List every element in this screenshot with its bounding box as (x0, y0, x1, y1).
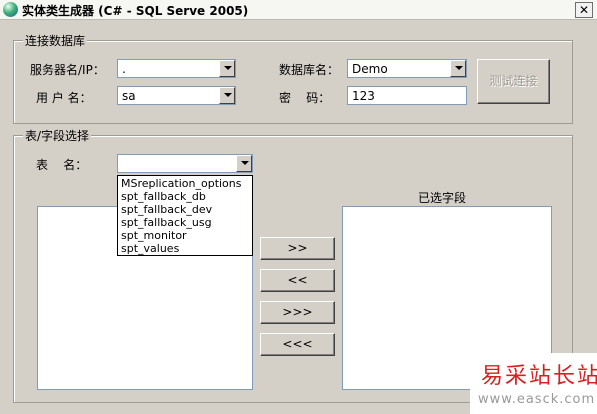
database-label: 数据库名： (279, 63, 340, 77)
table-dropdown-arrow-icon[interactable] (236, 155, 252, 172)
server-value: . (122, 62, 126, 76)
window-title: 实体类生成器 (C# - SQL Serve 2005) (22, 4, 249, 18)
table-option[interactable]: spt_values (118, 242, 252, 255)
field-selection-legend: 表/字段选择 (23, 127, 92, 144)
password-value: 123 (352, 89, 375, 103)
watermark-url: www.easck.com (478, 392, 596, 407)
server-label: 服务器名/IP： (30, 63, 105, 77)
add-all-fields-button[interactable]: >>> (260, 301, 335, 324)
selected-fields-label: 已选字段 (418, 191, 467, 205)
server-combobox[interactable]: . (117, 59, 236, 78)
connection-legend: 连接数据库 (23, 32, 88, 49)
server-dropdown-arrow-icon[interactable] (219, 60, 235, 77)
app-icon (3, 2, 18, 17)
remove-field-button[interactable]: << (260, 269, 335, 292)
watermark-logo-text: 易采站长站 (481, 364, 597, 389)
remove-all-fields-button[interactable]: <<< (260, 333, 335, 356)
database-dropdown-arrow-icon[interactable] (450, 60, 466, 77)
table-option[interactable]: spt_fallback_db (118, 190, 252, 203)
close-button[interactable]: ✕ (575, 2, 593, 18)
table-dropdown-list[interactable]: MSreplication_options spt_fallback_db sp… (117, 175, 253, 256)
test-connection-button[interactable]: 测试连接 (477, 59, 550, 104)
table-option[interactable]: spt_fallback_dev (118, 203, 252, 216)
user-value: sa (122, 89, 136, 103)
table-label: 表 名： (36, 158, 88, 172)
table-combobox[interactable] (117, 154, 253, 173)
database-value: Demo (352, 62, 388, 76)
table-option[interactable]: spt_fallback_usg (118, 216, 252, 229)
table-option[interactable]: MSreplication_options (118, 177, 252, 190)
user-combobox[interactable]: sa (117, 86, 236, 105)
title-bar: 实体类生成器 (C# - SQL Serve 2005) ✕ (0, 0, 597, 20)
table-option[interactable]: spt_monitor (118, 229, 252, 242)
database-combobox[interactable]: Demo (347, 59, 467, 78)
password-label: 密 码： (279, 91, 331, 105)
user-dropdown-arrow-icon[interactable] (219, 87, 235, 104)
user-label: 用 户 名： (36, 91, 92, 105)
password-input[interactable]: 123 (347, 86, 467, 105)
add-field-button[interactable]: >> (260, 237, 335, 260)
